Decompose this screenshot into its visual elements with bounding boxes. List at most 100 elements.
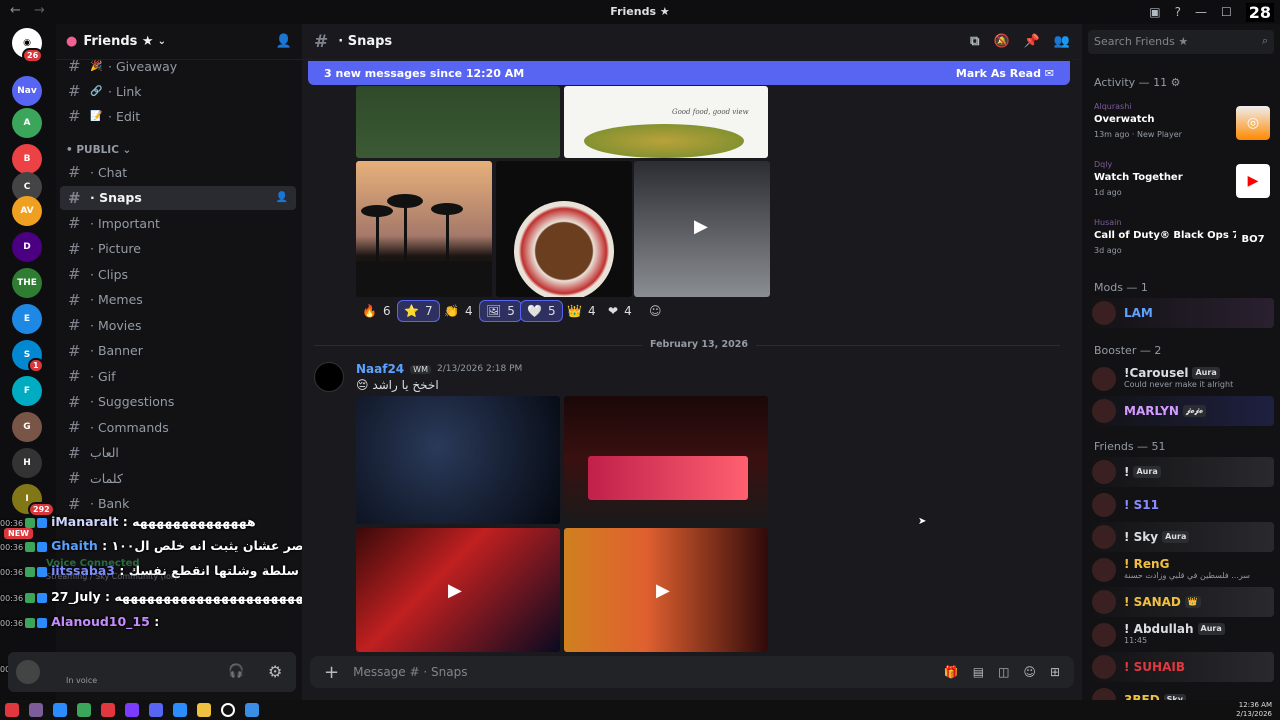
image-tower-video[interactable]: ▶ [634,161,770,297]
taskbar-app-icon[interactable] [149,703,163,717]
taskbar-app-icon[interactable] [173,703,187,717]
taskbar-app-icon[interactable] [5,703,19,717]
member-item[interactable]: ! Abdullah Aura 11:45 [1088,620,1274,650]
play-icon[interactable]: ▶ [448,580,462,601]
help-icon[interactable]: ? [1175,5,1181,19]
search-input[interactable]: Search Friends ★ ⌕ [1088,30,1274,54]
member-item[interactable]: ! S11 [1088,490,1274,520]
taskbar-app-icon[interactable] [197,703,211,717]
reaction-pill[interactable]: ⭐ 7 [397,300,440,322]
author-name[interactable]: Naaf24 [356,362,404,376]
server-icon[interactable]: F [12,376,42,406]
reaction-pill[interactable]: 👑 4 [561,300,602,322]
sticker-icon[interactable]: ◫ [998,665,1009,679]
play-icon[interactable]: ▶ [694,216,708,237]
image-dish[interactable] [496,161,632,297]
gear-icon[interactable]: ⚙ [268,662,282,681]
image-palms[interactable] [356,161,492,297]
activity-header[interactable]: Activity — 11 ⚙ [1094,76,1181,89]
taskbar-app-icon[interactable] [53,703,67,717]
message-composer[interactable]: + Message # · Snaps 🎁 ▤ ◫ ☺ ⊞ [310,656,1074,688]
gif-icon[interactable]: ▤ [973,665,984,679]
members-icon[interactable]: 👥 [1054,34,1070,49]
image-billboard[interactable] [564,396,768,524]
pin-icon[interactable]: 📌 [1024,34,1040,49]
member-item[interactable]: ! RenG سر... فلسطين في قلبي وزادت حسنة [1088,555,1274,585]
member-item[interactable]: MARLYN 𝓳𝓸𝓳𝓸 [1088,396,1274,426]
reaction-pill[interactable]: 🖼 5 [479,300,522,322]
activity-card[interactable]: Husain Call of Duty® Black Ops 7 3d ago BO7 [1088,216,1274,266]
channel-item[interactable]: # كلمات [60,466,296,490]
channel-item[interactable]: # 🎉 · Giveaway [60,54,296,78]
reaction-pill[interactable]: 🔥 6 [356,300,397,322]
channel-item[interactable]: # · Memes [60,288,296,312]
gift-icon[interactable]: 🎁 [944,665,959,679]
channel-item[interactable]: # 🔗 · Link [60,79,296,103]
taskbar-app-icon[interactable] [221,703,235,717]
taskbar-app-icon[interactable] [29,703,43,717]
taskbar-app-icon[interactable] [245,703,259,717]
avatar[interactable] [16,660,40,684]
member-item[interactable]: !Carousel Aura Could never make it alright [1088,364,1274,394]
channel-item[interactable]: # · Gif [60,364,296,388]
image-food[interactable]: Good food, good view [564,86,768,158]
mark-as-read-button[interactable]: Mark As Read ✉ [956,67,1054,80]
server-icon[interactable]: H [12,448,42,478]
inbox-icon[interactable]: ▣ [1149,5,1160,19]
search-icon[interactable]: ⌕ [1262,34,1268,48]
add-attachment-icon[interactable]: + [324,662,339,683]
channel-item[interactable]: # · Picture [60,237,296,261]
channel-item[interactable]: # · Suggestions [60,390,296,414]
server-icon[interactable]: Nav [12,76,42,106]
channel-item[interactable]: # · Snaps 👤 [60,185,296,210]
emoji-icon[interactable]: ☺ [1023,665,1036,679]
add-reaction-icon[interactable]: ☺ [643,300,668,322]
author-avatar[interactable] [314,362,344,392]
channel-item[interactable]: # · Clips [60,262,296,286]
threads-icon[interactable]: ⧉ [970,34,979,49]
member-item[interactable]: ! Aura [1088,457,1274,487]
channel-item[interactable]: # · Chat [60,160,296,184]
maximize-icon[interactable]: ☐ [1221,5,1232,19]
channel-item[interactable]: # · Important [60,211,296,235]
server-icon[interactable]: A [12,108,42,138]
channel-item[interactable]: # · Banner [60,339,296,363]
server-icon[interactable]: E [12,304,42,334]
taskbar-app-icon[interactable] [125,703,139,717]
channel-item[interactable]: # · Commands [60,415,296,439]
invite-icon[interactable]: 👤 [276,192,288,203]
channel-item[interactable]: # 📝 · Edit [60,104,296,128]
play-icon[interactable]: ▶ [656,580,670,601]
image-concert-1[interactable] [356,396,560,524]
taskbar-app-icon[interactable] [101,703,115,717]
member-item[interactable]: ! Sky Aura [1088,522,1274,552]
reaction-pill[interactable]: 👏 4 [438,300,479,322]
add-member-icon[interactable]: 👤 [276,34,292,49]
taskbar-app-icon[interactable] [77,703,91,717]
server-icon[interactable]: THE [12,268,42,298]
channel-item[interactable]: # العاب [60,441,296,465]
member-item[interactable]: LAM [1088,298,1274,328]
apps-icon[interactable]: ⊞ [1050,665,1060,679]
server-icon[interactable]: G [12,412,42,442]
minimize-icon[interactable]: — [1195,5,1207,19]
message-input[interactable]: Message # · Snaps [353,665,467,679]
server-icon[interactable]: AV [12,196,42,226]
server-icon[interactable]: B [12,144,42,174]
new-messages-banner[interactable]: 3 new messages since 12:20 AM Mark As Re… [308,61,1070,85]
member-item[interactable]: ! SUHAIB [1088,652,1274,682]
reaction-pill[interactable]: 🤍 5 [520,300,563,322]
headphones-icon[interactable]: 🎧 [228,664,244,679]
category-public[interactable]: • PUBLIC ⌄ [66,144,131,156]
mute-icon[interactable]: 🔕 [993,34,1009,49]
channel-item[interactable]: # · Movies [60,313,296,337]
reaction-pill[interactable]: ❤ 4 [602,300,638,322]
channel-item[interactable]: # · Bank [60,492,296,516]
image-stage-video-1[interactable]: ▶ [356,528,560,652]
image-stage-video-2[interactable]: ▶ [564,528,768,652]
server-icon[interactable]: D [12,232,42,262]
member-item[interactable]: ! SANAD 👑 [1088,587,1274,617]
activity-card[interactable]: Alqurashi Overwatch 13m ago · New Player ◎ [1088,100,1274,150]
activity-card[interactable]: Dqly Watch Together 1d ago ▶ [1088,158,1274,208]
image-drink[interactable] [356,86,560,158]
